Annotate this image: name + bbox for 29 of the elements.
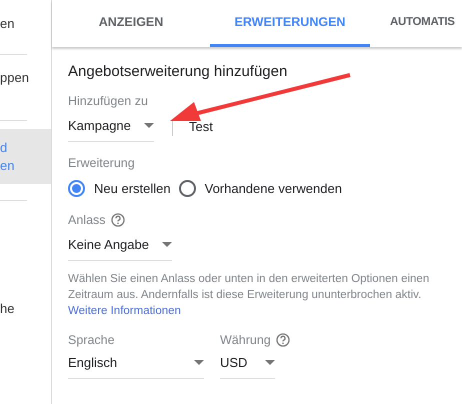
tab[interactable]: AUTOMATIS: [370, 0, 455, 47]
help-icon[interactable]: [276, 333, 290, 347]
field-label: Erweiterung: [68, 156, 136, 170]
field-label: Währung: [220, 333, 271, 347]
more-info-link[interactable]: Weitere Informationen: [68, 305, 181, 317]
tab[interactable]: ERWEITERUNGEN: [210, 0, 370, 47]
caret-icon: [265, 360, 275, 365]
tab[interactable]: ANZEIGEN: [52, 0, 210, 47]
radio-button[interactable]: [178, 180, 196, 197]
language-dropdown[interactable]: Englisch: [68, 351, 204, 379]
help-icon[interactable]: [110, 213, 125, 227]
currency-dropdown[interactable]: USD: [220, 351, 275, 379]
radio-label[interactable]: Neu erstellen: [94, 181, 171, 196]
sidebar-item[interactable]: en: [0, 0, 51, 38]
field-label: Sprache: [68, 333, 116, 347]
field-label: Hinzufügen zu: [68, 94, 149, 108]
occasion-dropdown[interactable]: Keine Angabe: [68, 233, 172, 261]
field-label: Anlass: [68, 213, 106, 227]
help-text: Wählen Sie einen Anlass oder unten in den erweiterten Optionen einen Zeitraum aus. Andernfalls ist diese Erweiterung ununterbrochen aktiv.: [68, 273, 430, 301]
caret-icon: [162, 242, 172, 247]
sidebar-item[interactable]: he: [0, 201, 51, 321]
radio-label[interactable]: Vorhandene verwenden: [204, 181, 342, 196]
sidebar-item[interactable]: ppen: [0, 55, 51, 104]
campaign-name: Test: [189, 118, 213, 134]
caret-icon: [144, 123, 154, 128]
radio-button[interactable]: [68, 180, 85, 197]
caret-icon: [194, 360, 204, 365]
campaign-dropdown[interactable]: Kampagne: [68, 114, 154, 142]
form-title: Angebotserweiterung hinzufügen: [68, 63, 288, 80]
